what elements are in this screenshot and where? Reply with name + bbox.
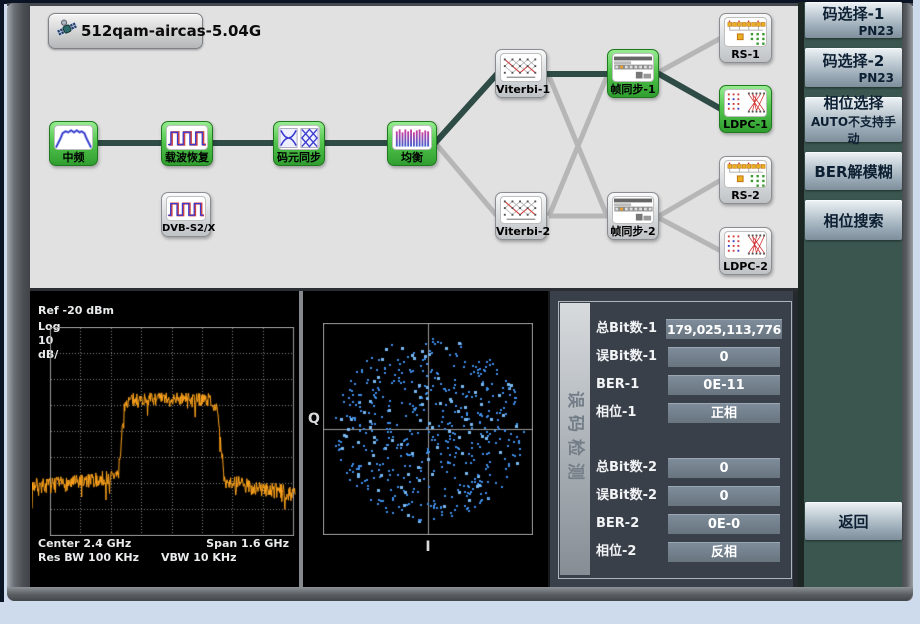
spectrum-ref-label: Ref -20 dBm: [38, 304, 114, 317]
ldpc-graph-icon: [724, 89, 767, 117]
ber-2-value: 0E-0: [668, 514, 780, 534]
squarewave-icon: [166, 125, 208, 150]
ber-box-border: [558, 301, 792, 579]
ber-section-side-label: 误码检测: [561, 303, 589, 575]
diagram-block-ldpc-2[interactable]: LDPC-2: [719, 227, 772, 275]
phase-2-value: 反相: [668, 542, 780, 562]
spectrum-center-label: Center 2.4 GHz: [38, 537, 131, 550]
block-label: Viterbi-2: [496, 224, 546, 239]
diagram-block-carrier-recovery[interactable]: 载波恢复: [161, 121, 213, 166]
ber-row-label: 总Bit数-2: [596, 458, 666, 478]
window-frame-left: [7, 3, 30, 601]
window-frame-right: [902, 3, 913, 601]
constellation-plot: [323, 323, 533, 535]
code-select-1-label: 码选择-1: [805, 3, 902, 24]
spectrum-rbw-label: Res BW 100 KHz: [38, 551, 139, 564]
trellis-icon: [500, 196, 542, 224]
diagram-block-rs-2[interactable]: RS-2: [719, 156, 772, 204]
window-frame-bottom: [7, 587, 913, 601]
rs-coder-icon: [724, 160, 767, 188]
sidebar-menu: 码选择-1 PN23 码选择-2 PN23 相位选择 AUTO不支持手动 BER…: [798, 2, 902, 587]
diagram-block-dvb-s2x[interactable]: DVB-S2/X: [161, 192, 211, 237]
ber-row-label: 总Bit数-1: [596, 319, 666, 339]
diagram-block-framesync-1[interactable]: 帧同步-1: [607, 49, 659, 98]
diagram-block-framesync-2[interactable]: 帧同步-2: [607, 192, 659, 240]
block-label: 载波恢复: [162, 150, 212, 165]
eye-diagram-icon: [278, 125, 320, 150]
outer-left-strip: [0, 0, 4, 602]
q-axis-label: Q: [308, 411, 320, 427]
return-button-label: 返回: [805, 511, 902, 532]
block-label: 码元同步: [274, 150, 324, 165]
diagram-block-rs-1[interactable]: RS-1: [719, 13, 772, 63]
total-bits-2-value: 0: [668, 458, 780, 478]
phase-search-label: 相位搜索: [805, 210, 902, 231]
block-label: 帧同步-1: [608, 82, 658, 97]
diagram-block-symbol-sync[interactable]: 码元同步: [273, 121, 325, 166]
diagram-block-if[interactable]: 中频: [49, 121, 98, 166]
ber-section-side-strip: 误码检测: [560, 303, 590, 575]
block-label: RS-2: [720, 188, 771, 203]
framesync-icon: [612, 53, 654, 82]
diagram-block-ldpc-1[interactable]: LDPC-1: [719, 85, 772, 133]
i-axis-label: I: [323, 539, 533, 555]
equalizer-bars-icon: [392, 125, 432, 150]
signal-chain-diagram: 512qam-aircas-5.04G 中频 载波恢复: [30, 6, 798, 288]
satellite-icon: [55, 17, 79, 45]
ber-row-label: BER-2: [596, 514, 666, 534]
spectrum-vbw-label: VBW 10 KHz: [161, 551, 237, 564]
block-label: 均衡: [388, 150, 436, 165]
ber-1-value: 0E-11: [668, 375, 780, 395]
code-select-2-value: PN23: [805, 71, 902, 85]
phase-1-value: 正相: [668, 403, 780, 423]
phase-select-value: AUTO不支持手动: [805, 113, 902, 147]
block-label: RS-1: [720, 47, 771, 62]
ber-row-label: 误Bit数-1: [596, 347, 666, 367]
phase-select-label: 相位选择: [805, 92, 902, 113]
signal-source-button[interactable]: 512qam-aircas-5.04G: [48, 13, 203, 49]
block-label: 帧同步-2: [608, 224, 658, 239]
phase-search-button[interactable]: 相位搜索: [805, 200, 902, 240]
return-button[interactable]: 返回: [805, 502, 902, 540]
app-window: 512qam-aircas-5.04G 中频 载波恢复: [0, 0, 920, 624]
spectrum-plot: [32, 327, 296, 536]
code-select-2-label: 码选择-2: [805, 50, 902, 71]
ber-row-label: 相位-2: [596, 542, 666, 562]
spectrum-span-label: Span 1.6 GHz: [206, 537, 289, 550]
error-bits-2-value: 0: [668, 486, 780, 506]
signal-source-label: 512qam-aircas-5.04G: [81, 22, 261, 40]
block-label: Viterbi-1: [496, 82, 546, 97]
block-label: LDPC-2: [720, 259, 771, 274]
diagram-block-viterbi-2[interactable]: Viterbi-2: [495, 192, 547, 240]
squarewave-icon: [166, 196, 206, 221]
code-select-1-value: PN23: [805, 24, 902, 38]
bandpass-icon: [54, 125, 93, 150]
rs-coder-icon: [724, 17, 767, 47]
ber-row-label: BER-1: [596, 375, 666, 395]
block-label: LDPC-1: [720, 117, 771, 132]
ber-deambiguity-label: BER解模糊: [805, 161, 902, 182]
ber-row-label: 误Bit数-2: [596, 486, 666, 506]
ber-deambiguity-button[interactable]: BER解模糊: [805, 152, 902, 190]
block-label: 中频: [50, 150, 97, 165]
diagram-block-viterbi-1[interactable]: Viterbi-1: [495, 49, 547, 98]
block-label: DVB-S2/X: [162, 221, 210, 236]
ber-detection-panel: 误码检测 总Bit数-1 179,025,113,776 误Bit数-1 0 B…: [548, 291, 793, 587]
code-select-1-button[interactable]: 码选择-1 PN23: [805, 2, 902, 38]
code-select-2-button[interactable]: 码选择-2 PN23: [805, 48, 902, 87]
diagram-block-equalizer[interactable]: 均衡: [387, 121, 437, 166]
spectrum-analyzer-panel: Ref -20 dBm Log 10 dB/ Center 2.4 GHz Sp…: [30, 291, 299, 587]
trellis-icon: [500, 53, 542, 82]
ber-row-label: 相位-1: [596, 403, 666, 423]
phase-select-button[interactable]: 相位选择 AUTO不支持手动: [805, 97, 902, 142]
ldpc-graph-icon: [724, 231, 767, 259]
total-bits-1-value: 179,025,113,776: [666, 319, 782, 339]
constellation-panel: Q I: [303, 291, 548, 587]
framesync-icon: [612, 196, 654, 224]
error-bits-1-value: 0: [668, 347, 780, 367]
